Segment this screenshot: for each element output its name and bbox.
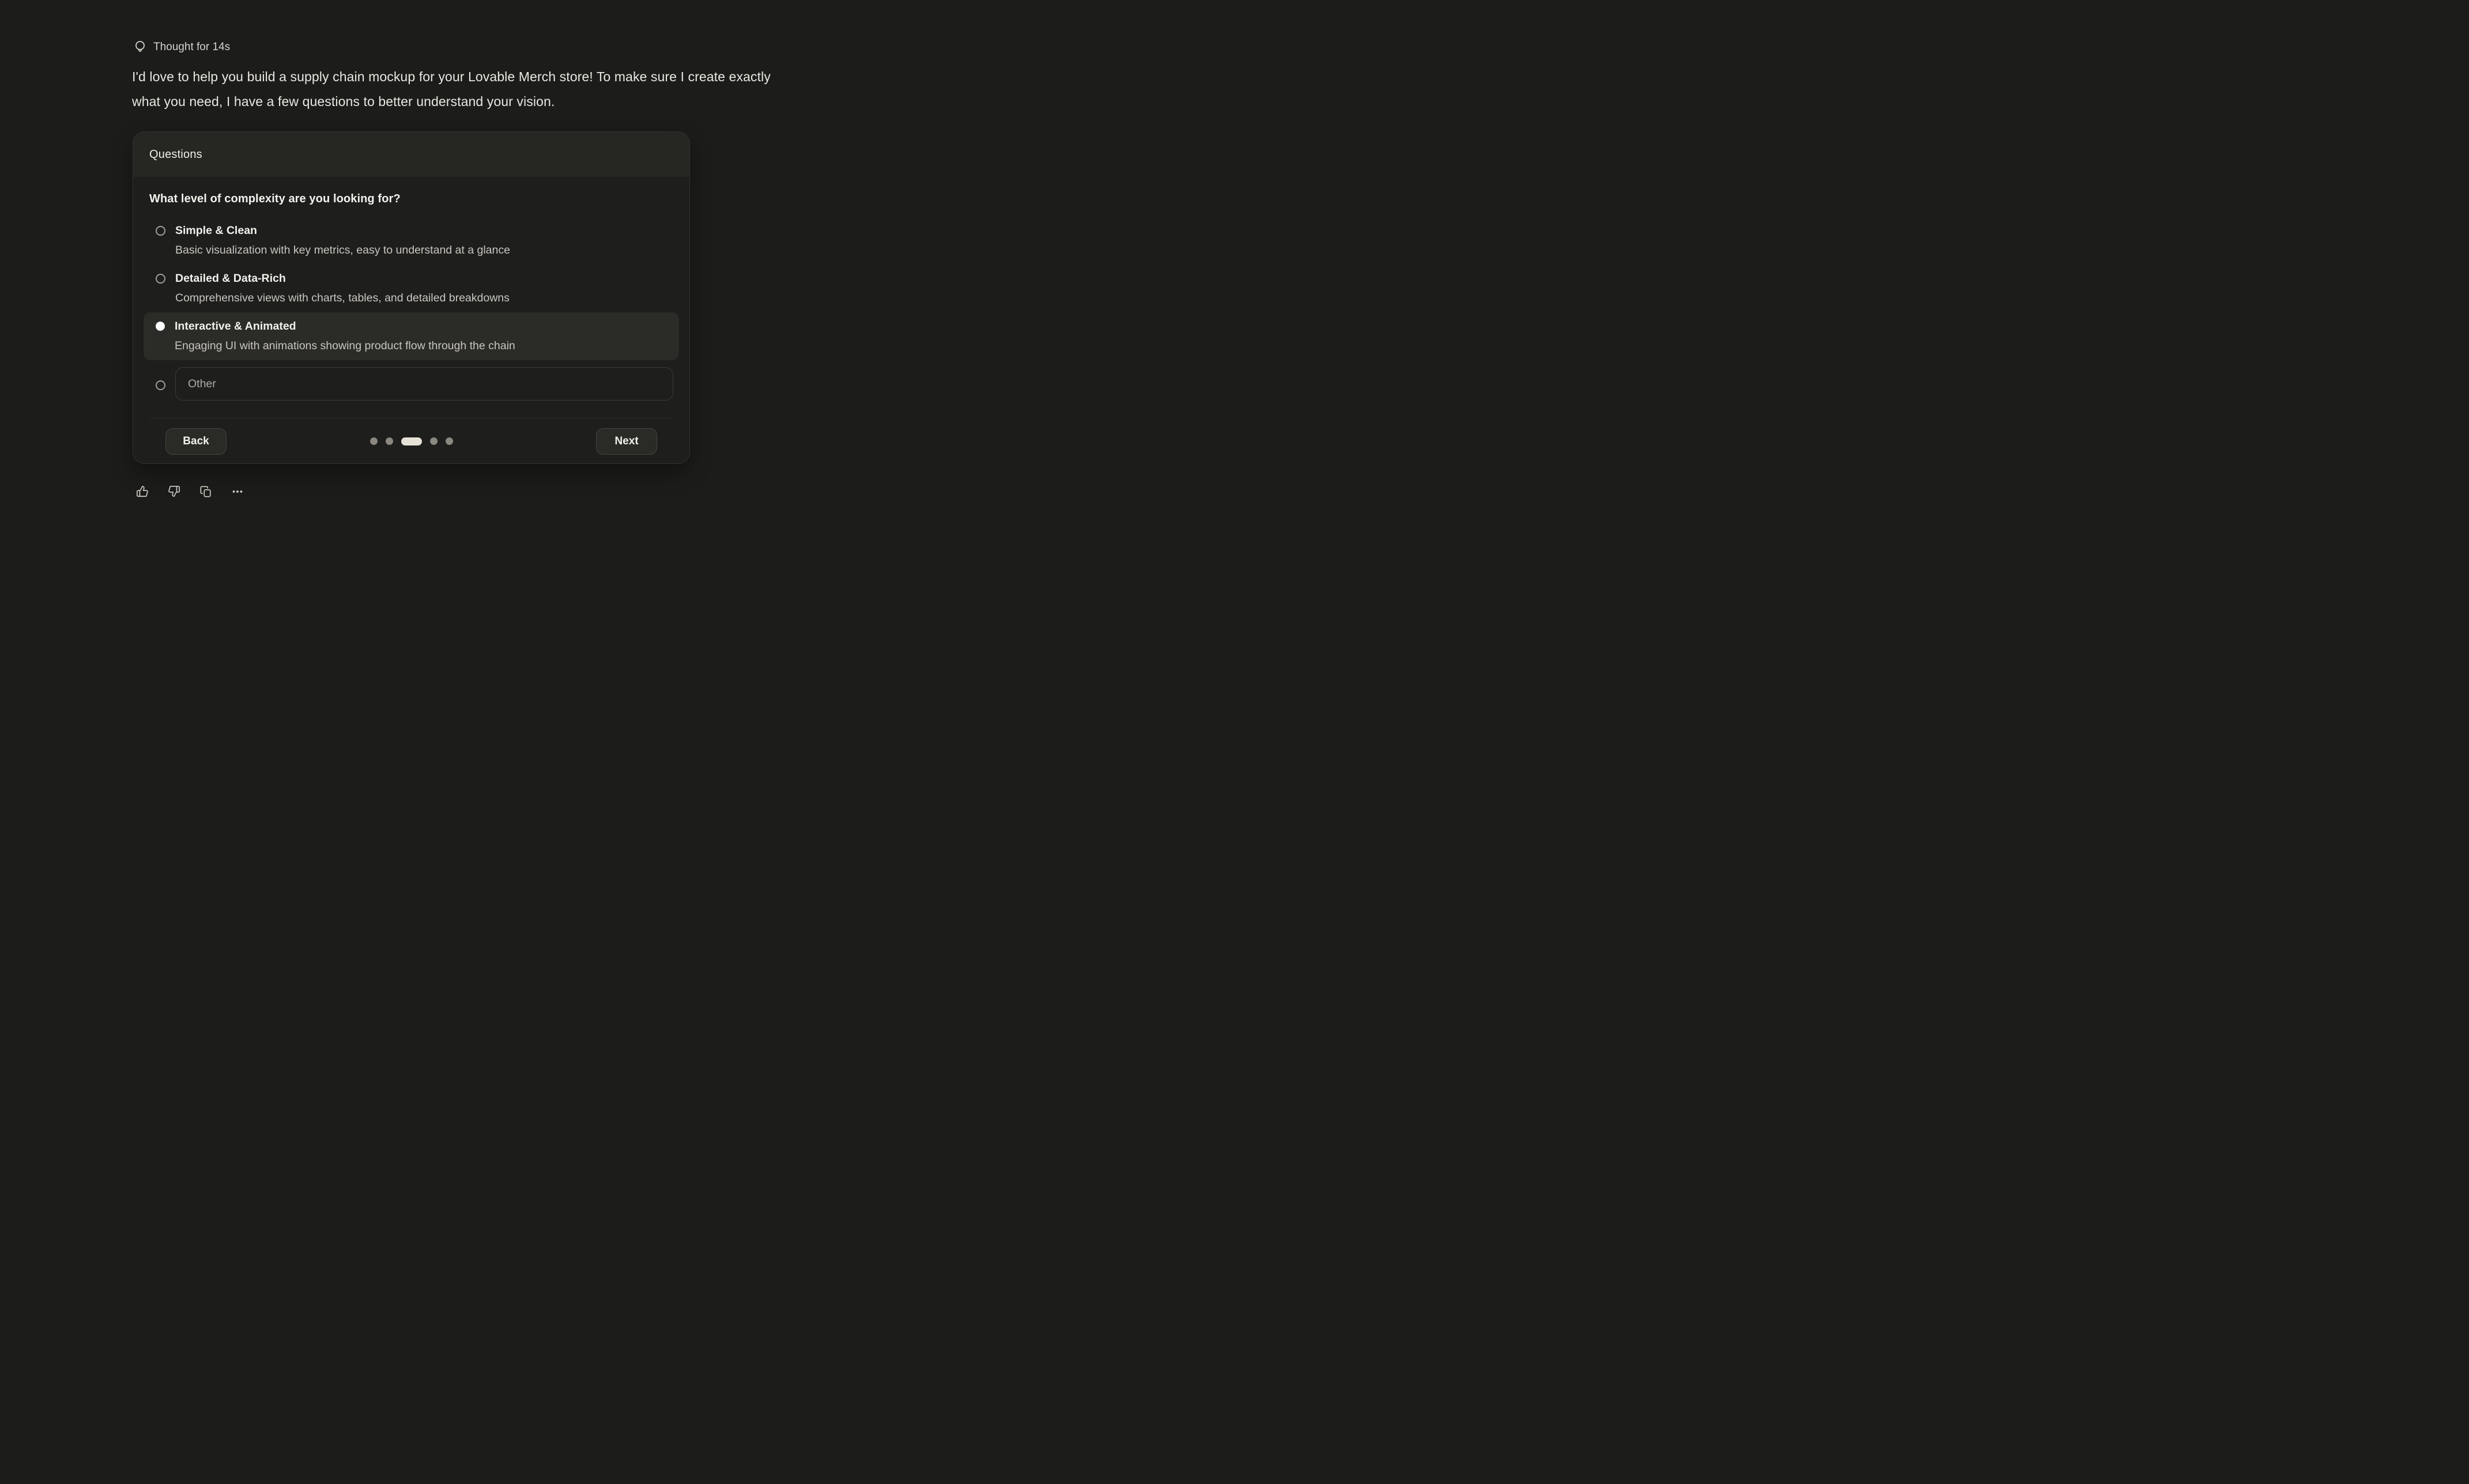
thumbs-down-icon[interactable] bbox=[168, 485, 180, 499]
option-label: Simple & Clean bbox=[175, 223, 510, 239]
thought-toggle[interactable]: Thought for 14s bbox=[133, 40, 230, 55]
card-footer: Back Next bbox=[149, 418, 673, 464]
lightbulb-icon bbox=[133, 40, 147, 55]
option-interactive-animated-selected[interactable]: Interactive & Animated Engaging UI with … bbox=[144, 312, 679, 360]
card-title: Questions bbox=[149, 148, 202, 161]
options-list: Simple & Clean Basic visualization with … bbox=[149, 217, 673, 401]
radio-selected-icon[interactable] bbox=[156, 322, 165, 331]
option-description: Engaging UI with animations showing prod… bbox=[175, 338, 515, 354]
next-button[interactable]: Next bbox=[596, 428, 657, 455]
radio-icon[interactable] bbox=[156, 380, 165, 390]
option-detailed-data-rich[interactable]: Detailed & Data-Rich Comprehensive views… bbox=[149, 265, 673, 312]
back-button[interactable]: Back bbox=[165, 428, 227, 455]
radio-icon[interactable] bbox=[156, 274, 165, 284]
questions-card-header: Questions bbox=[133, 132, 689, 177]
copy-icon[interactable] bbox=[199, 485, 212, 499]
progress-dot bbox=[430, 437, 438, 445]
progress-dot bbox=[446, 437, 453, 445]
message-actions bbox=[136, 485, 244, 499]
option-label: Interactive & Animated bbox=[175, 319, 515, 334]
questions-card: Questions What level of complexity are y… bbox=[133, 131, 690, 464]
thumbs-up-icon[interactable] bbox=[136, 485, 149, 499]
thought-label: Thought for 14s bbox=[153, 40, 230, 55]
progress-dots bbox=[370, 437, 453, 445]
question-text: What level of complexity are you looking… bbox=[149, 191, 673, 206]
option-other[interactable] bbox=[149, 367, 673, 401]
option-simple-clean[interactable]: Simple & Clean Basic visualization with … bbox=[149, 217, 673, 265]
questions-card-body: What level of complexity are you looking… bbox=[133, 191, 689, 464]
progress-dot bbox=[386, 437, 393, 445]
radio-icon[interactable] bbox=[156, 226, 165, 236]
more-options-icon[interactable] bbox=[231, 485, 244, 499]
progress-dot bbox=[370, 437, 378, 445]
option-label: Detailed & Data-Rich bbox=[175, 271, 510, 286]
chat-message-area: Thought for 14s I'd love to help you bui… bbox=[0, 0, 904, 543]
option-description: Basic visualization with key metrics, ea… bbox=[175, 243, 510, 258]
other-text-input[interactable] bbox=[175, 367, 673, 401]
assistant-message-text: I'd love to help you build a supply chai… bbox=[132, 65, 789, 114]
option-description: Comprehensive views with charts, tables,… bbox=[175, 290, 510, 306]
progress-dot-active bbox=[401, 437, 422, 445]
